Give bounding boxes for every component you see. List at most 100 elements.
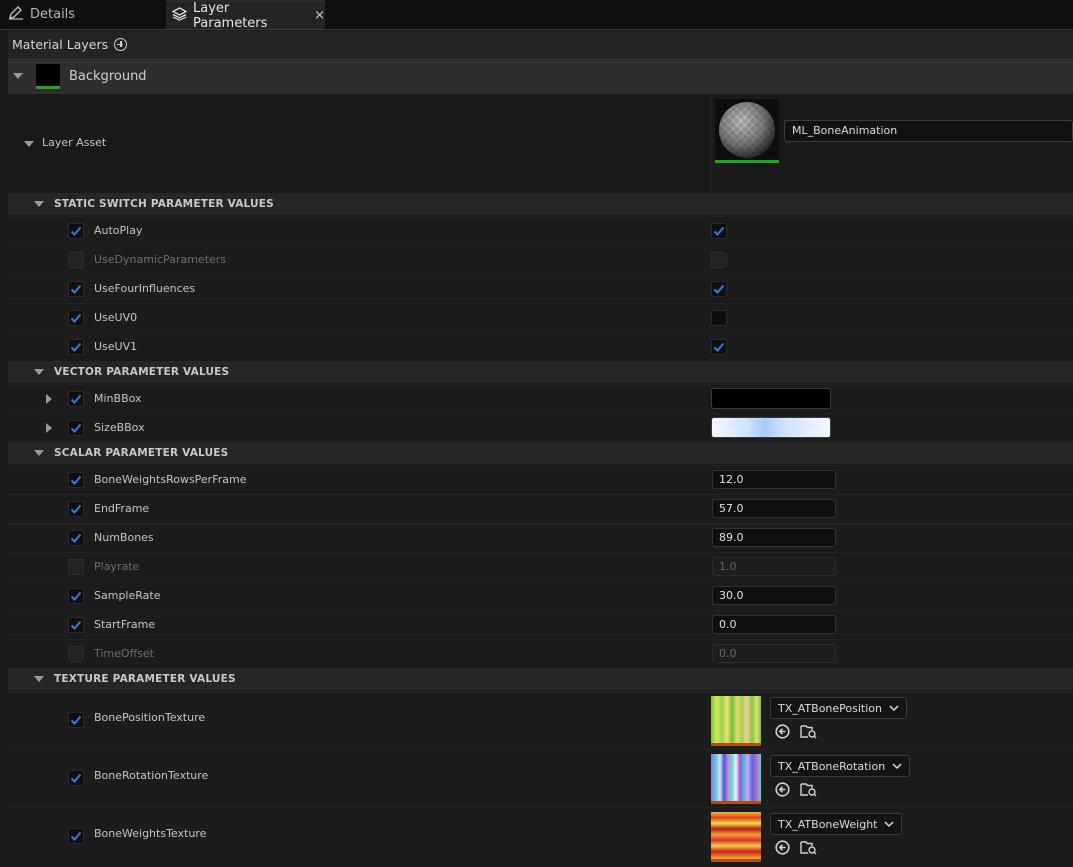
parameter-enable-checkbox[interactable] <box>68 530 84 546</box>
checkmark-icon <box>70 773 82 783</box>
texture-parameter-row: BoneWeightsTexture TX_ATBoneWeight <box>8 807 1073 865</box>
parameter-name: NumBones <box>94 531 154 544</box>
collapse-arrow-icon[interactable] <box>34 201 44 207</box>
tab-layer-parameters[interactable]: Layer Parameters × <box>166 0 325 31</box>
static-switch-value-checkbox[interactable] <box>711 252 727 268</box>
parameter-name: TimeOffset <box>94 647 154 660</box>
texture-parameter-row: BoneRotationTexture TX_ATBoneRotation <box>8 749 1073 807</box>
scalar-value-field[interactable]: 57.0 <box>712 499 836 518</box>
folder-search-icon[interactable] <box>800 782 817 801</box>
parameter-enable-checkbox[interactable] <box>68 310 84 326</box>
checkmark-icon <box>70 284 82 294</box>
expand-arrow-icon[interactable] <box>46 394 52 404</box>
parameter-enable-checkbox[interactable] <box>68 391 84 407</box>
parameter-enable-checkbox[interactable] <box>68 252 84 268</box>
checkmark-icon <box>70 394 82 404</box>
parameter-enable-checkbox[interactable] <box>68 712 84 728</box>
parameter-name: SizeBBox <box>94 421 145 434</box>
parameter-enable-checkbox[interactable] <box>68 588 84 604</box>
vector-parameter-row: SizeBBox <box>8 413 1073 441</box>
layer-asset-label: Layer Asset <box>42 136 107 149</box>
parameter-enable-checkbox[interactable] <box>68 223 84 239</box>
close-icon[interactable]: × <box>314 8 325 23</box>
parameter-name: SampleRate <box>94 589 161 602</box>
collapse-arrow-icon[interactable] <box>24 141 34 147</box>
parameter-enable-checkbox[interactable] <box>68 472 84 488</box>
texture-thumbnail[interactable] <box>711 812 761 862</box>
scalar-parameter-row: BoneWeightsRowsPerFrame 12.0 <box>8 465 1073 493</box>
chevron-down-icon <box>884 818 895 831</box>
texture-asset-combo[interactable]: TX_ATBoneRotation <box>770 755 911 777</box>
parameter-enable-checkbox[interactable] <box>68 501 84 517</box>
checkmark-icon <box>70 831 82 841</box>
arrow-left-circle-icon[interactable] <box>775 782 790 801</box>
color-swatch[interactable] <box>711 388 831 409</box>
collapse-arrow-icon[interactable] <box>34 369 44 375</box>
section-texture-title: TEXTURE PARAMETER VALUES <box>54 673 236 685</box>
static-switch-value-checkbox[interactable] <box>711 223 727 239</box>
section-vector[interactable]: VECTOR PARAMETER VALUES <box>8 361 1073 383</box>
parameter-name: EndFrame <box>94 502 150 515</box>
section-texture[interactable]: TEXTURE PARAMETER VALUES <box>8 668 1073 690</box>
parameter-enable-checkbox[interactable] <box>68 559 84 575</box>
background-layer-row[interactable]: Background <box>8 58 1073 94</box>
chevron-down-icon <box>892 760 902 773</box>
parameter-name: UseDynamicParameters <box>94 253 227 266</box>
layer-asset-field[interactable]: ML_BoneAnimation <box>784 120 1073 142</box>
checkmark-icon <box>70 504 82 514</box>
checkmark-icon <box>70 423 82 433</box>
parameter-enable-checkbox[interactable] <box>68 617 84 633</box>
texture-thumbnail[interactable] <box>711 696 761 746</box>
texture-asset-combo[interactable]: TX_ATBoneWeight <box>770 813 903 835</box>
parameter-enable-checkbox[interactable] <box>68 770 84 786</box>
parameter-name: UseUV1 <box>94 340 138 353</box>
scalar-value-field[interactable]: 89.0 <box>712 528 836 547</box>
scalar-value-field[interactable]: 0.0 <box>712 615 836 634</box>
checkmark-icon <box>713 342 725 352</box>
folder-search-icon[interactable] <box>800 840 817 859</box>
expand-arrow-icon[interactable] <box>46 423 52 433</box>
static-switch-value-checkbox[interactable] <box>711 310 727 326</box>
tab-layer-parameters-label: Layer Parameters <box>193 0 268 31</box>
collapse-arrow-icon[interactable] <box>34 450 44 456</box>
section-scalar[interactable]: SCALAR PARAMETER VALUES <box>8 442 1073 464</box>
layers-icon <box>171 6 193 25</box>
static-switch-value-checkbox[interactable] <box>711 281 727 297</box>
static-switch-row: AutoPlay <box>8 216 1073 244</box>
parameter-name: Playrate <box>94 560 140 573</box>
collapse-arrow-icon[interactable] <box>13 73 23 79</box>
scalar-value-field[interactable]: 12.0 <box>712 470 836 489</box>
scalar-parameter-row: StartFrame 0.0 <box>8 610 1073 638</box>
checkmark-icon <box>70 475 82 485</box>
collapse-arrow-icon[interactable] <box>34 676 44 682</box>
scalar-value-field[interactable]: 0.0 <box>712 644 836 663</box>
color-swatch[interactable] <box>711 417 831 438</box>
texture-asset-combo[interactable]: TX_ATBonePosition <box>770 697 907 719</box>
add-layer-icon[interactable] <box>114 37 128 51</box>
arrow-left-circle-icon[interactable] <box>775 840 790 859</box>
layer-asset-thumbnail[interactable] <box>715 99 779 163</box>
texture-thumbnail[interactable] <box>711 754 761 804</box>
tab-details[interactable]: Details <box>8 0 158 29</box>
tab-details-label: Details <box>30 7 76 22</box>
section-static-switch[interactable]: STATIC SWITCH PARAMETER VALUES <box>8 193 1073 215</box>
parameter-name: StartFrame <box>94 618 156 631</box>
parameter-enable-checkbox[interactable] <box>68 339 84 355</box>
checkmark-icon <box>70 226 82 236</box>
static-switch-value-checkbox[interactable] <box>711 339 727 355</box>
parameter-enable-checkbox[interactable] <box>68 828 84 844</box>
vector-parameter-row: MinBBox <box>8 384 1073 412</box>
parameter-enable-checkbox[interactable] <box>68 281 84 297</box>
static-switch-row: UseUV1 <box>8 332 1073 360</box>
scalar-value-field[interactable]: 1.0 <box>712 557 836 576</box>
texture-parameter-row: BonePositionTexture TX_ATBonePosition <box>8 691 1073 749</box>
parameter-enable-checkbox[interactable] <box>68 646 84 662</box>
parameter-enable-checkbox[interactable] <box>68 420 84 436</box>
scalar-value-field[interactable]: 30.0 <box>712 586 836 605</box>
texture-actions <box>775 840 827 859</box>
arrow-left-circle-icon[interactable] <box>775 724 790 743</box>
folder-search-icon[interactable] <box>800 724 817 743</box>
parameter-name: UseFourInfluences <box>94 282 196 295</box>
material-layers-header: Material Layers <box>8 31 1073 57</box>
texture-asset-name: TX_ATBonePosition <box>778 701 882 715</box>
